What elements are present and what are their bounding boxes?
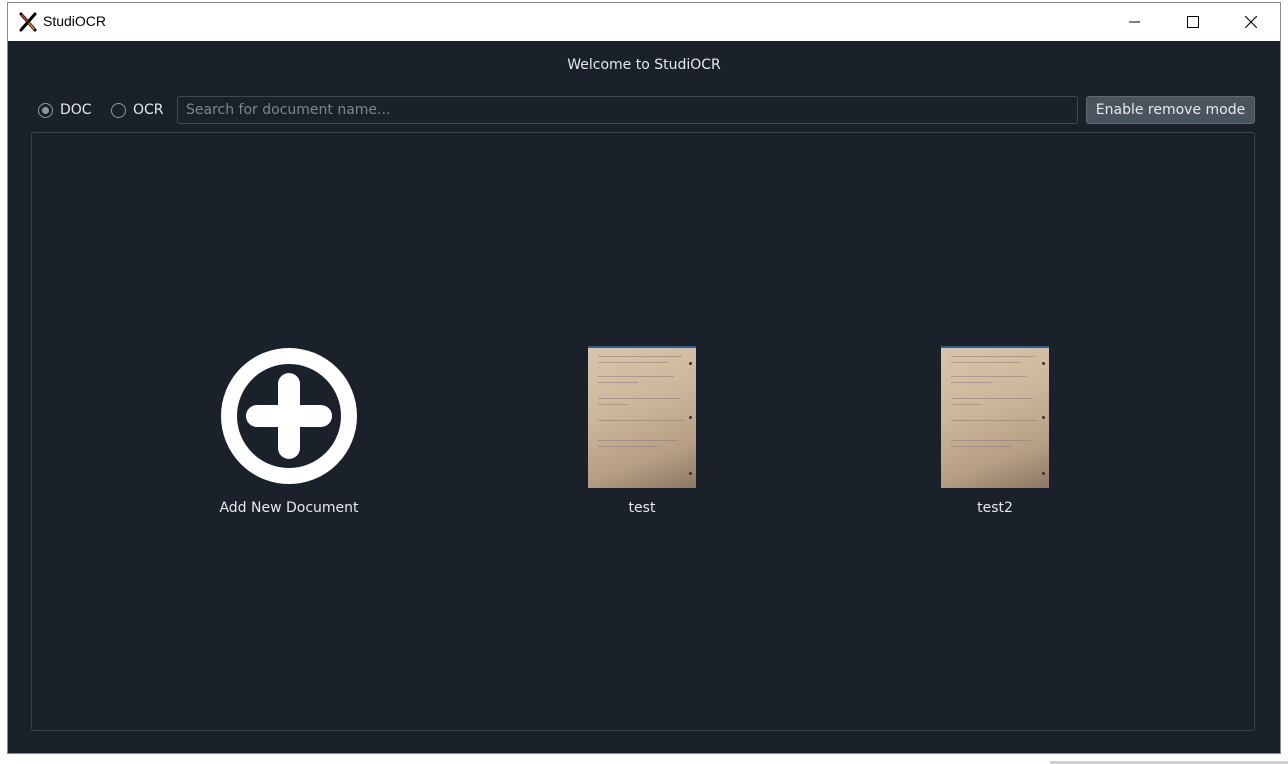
main-content: Welcome to StudiOCR DOC OCR Enable remov… [8,41,1280,753]
document-tile[interactable]: test2 [895,346,1095,526]
ocr-radio-label: OCR [133,102,164,118]
doc-radio[interactable]: DOC [38,96,92,124]
document-name: test [628,500,656,516]
app-logo-icon [19,12,37,32]
radio-checked-icon [38,102,53,118]
add-document-label: Add New Document [219,500,359,516]
maximize-button[interactable] [1164,3,1222,41]
enable-remove-mode-button[interactable]: Enable remove mode [1086,96,1255,124]
document-thumbnail [941,346,1049,488]
minimize-icon [1129,21,1140,23]
title-bar: StudiOCR [8,3,1280,41]
add-circle-icon [221,348,357,484]
toolbar: DOC OCR Enable remove mode [36,96,1255,126]
close-button[interactable] [1222,3,1280,41]
minimize-button[interactable] [1106,3,1164,41]
search-input[interactable] [177,96,1078,124]
doc-radio-label: DOC [60,102,92,118]
welcome-heading: Welcome to StudiOCR [567,57,721,73]
document-name: test2 [977,500,1013,516]
app-window: StudiOCR Welcome to StudiOCR DOC OCR Sea… [7,2,1281,754]
document-thumbnail [588,346,696,488]
documents-grid: Add New Document test test2 [31,132,1255,731]
radio-unchecked-icon [111,102,126,118]
document-tile[interactable]: test [542,346,742,526]
ocr-radio[interactable]: OCR [111,96,164,124]
maximize-icon [1187,16,1199,28]
close-icon [1245,16,1257,28]
add-document-tile[interactable]: Add New Document [189,346,389,526]
window-title: StudiOCR [43,13,107,29]
